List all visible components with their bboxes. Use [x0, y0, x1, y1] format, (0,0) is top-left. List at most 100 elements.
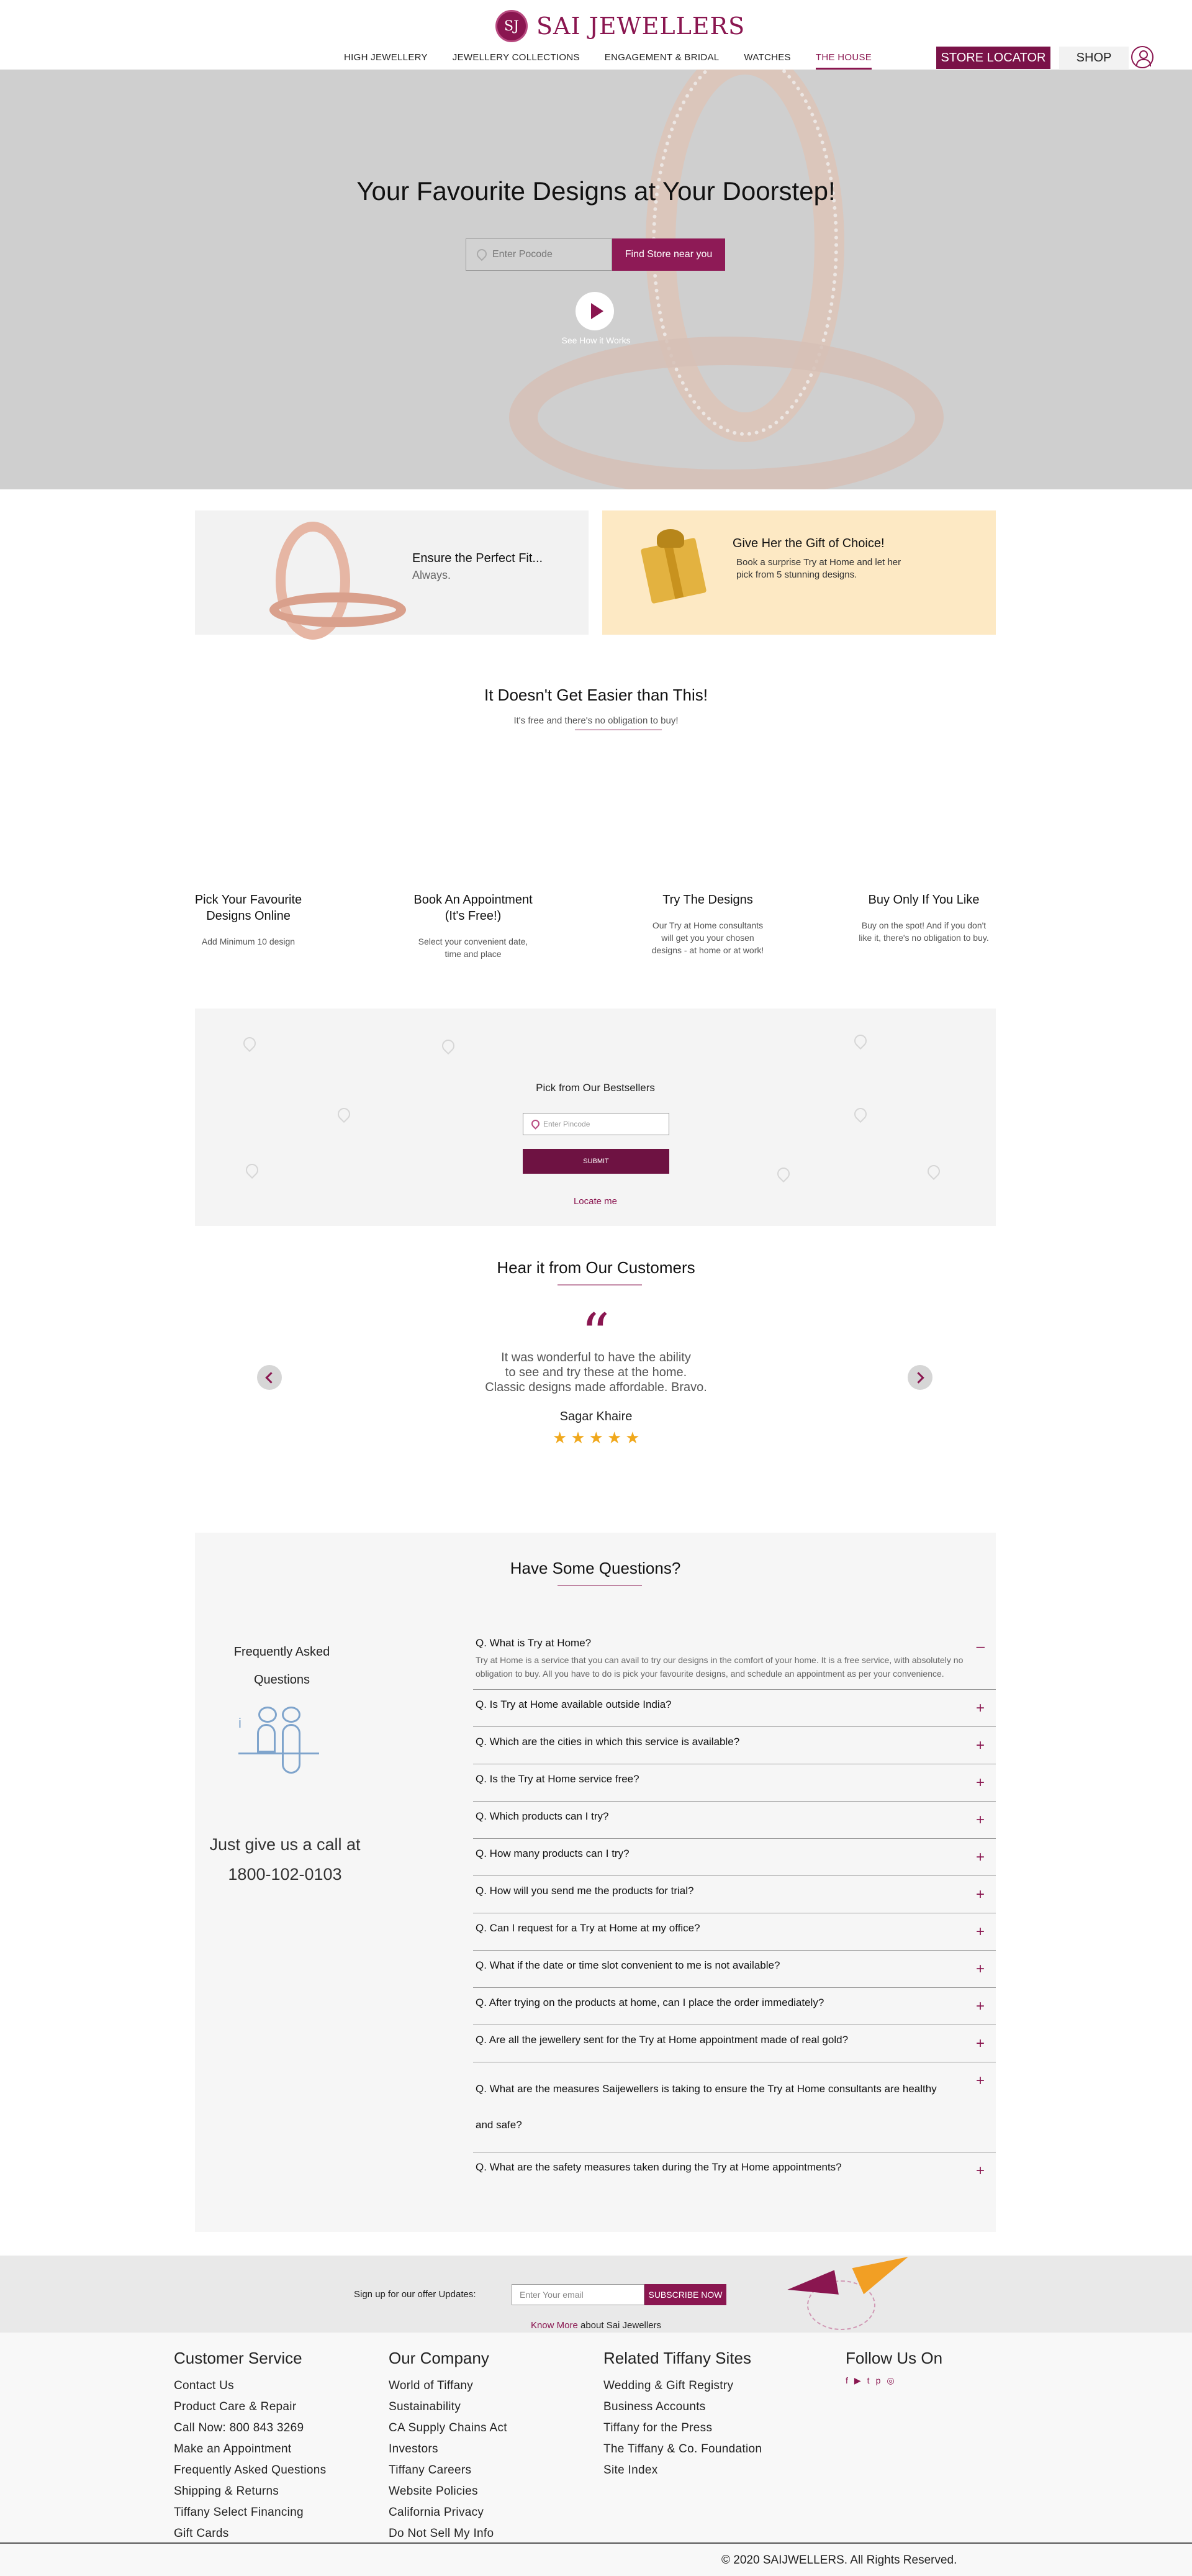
- footer-link[interactable]: Tiffany Select Financing: [174, 2502, 326, 2523]
- testimonials-title: Hear it from Our Customers: [497, 1258, 695, 1277]
- faq-question[interactable]: Q. What are the safety measures taken du…: [476, 2161, 977, 2174]
- submit-button[interactable]: SUBMIT: [523, 1149, 669, 1174]
- footer-col-follow-us: Follow Us On f ▶ t p ◎: [846, 2349, 942, 2386]
- facebook-icon[interactable]: f: [846, 2375, 848, 2386]
- step-title: Buy Only If You Like: [868, 893, 980, 907]
- footer-link[interactable]: Website Policies: [389, 2481, 507, 2502]
- footer-link[interactable]: Call Now: 800 843 3269: [174, 2418, 326, 2439]
- expand-icon[interactable]: +: [976, 1925, 985, 1939]
- footer-link[interactable]: Contact Us: [174, 2375, 326, 2397]
- user-icon[interactable]: [1131, 46, 1154, 68]
- email-input[interactable]: Enter Your email: [512, 2284, 644, 2305]
- store-locator-button[interactable]: STORE LOCATOR: [936, 47, 1050, 69]
- nav-item-watches[interactable]: WATCHES: [744, 52, 790, 70]
- footer-link[interactable]: Tiffany for the Press: [603, 2418, 762, 2439]
- faq-phone-number[interactable]: 1800-102-0103: [195, 1859, 375, 1889]
- footer-link[interactable]: Frequently Asked Questions: [174, 2460, 326, 2481]
- expand-icon[interactable]: +: [976, 1962, 985, 1977]
- faq-item[interactable]: Q. How will you send me the products for…: [473, 1876, 996, 1913]
- logo[interactable]: SJ SAI JEWELLERS: [495, 10, 745, 42]
- map-pin-icon: [926, 1164, 940, 1182]
- hero-band-image: [509, 337, 944, 489]
- expand-icon[interactable]: +: [976, 1738, 985, 1753]
- faq-item[interactable]: Q. What are the safety measures taken du…: [473, 2152, 996, 2190]
- faq-question[interactable]: Q. Which are the cities in which this se…: [476, 1736, 977, 1748]
- expand-icon[interactable]: +: [976, 2074, 985, 2088]
- faq-item[interactable]: Q. What are the measures Saijewellers is…: [473, 2062, 996, 2152]
- hero-pincode-input[interactable]: Enter Pocode: [466, 238, 612, 271]
- see-how-it-works-link[interactable]: See How it Works: [0, 335, 1192, 345]
- expand-icon[interactable]: +: [976, 2164, 985, 2179]
- brand-name: SAI JEWELLERS: [536, 12, 746, 40]
- promo-perfect-fit[interactable]: Ensure the Perfect Fit... Always.: [195, 510, 589, 640]
- footer-link[interactable]: Site Index: [603, 2460, 762, 2481]
- faq-item[interactable]: Q. Are all the jewellery sent for the Tr…: [473, 2025, 996, 2062]
- footer-link[interactable]: Wedding & Gift Registry: [603, 2375, 762, 2397]
- nav-item-high-jewellery[interactable]: HIGH JEWELLERY: [344, 52, 428, 70]
- know-more-link[interactable]: Know More: [531, 2320, 578, 2331]
- next-arrow-icon[interactable]: [908, 1365, 932, 1390]
- footer-link[interactable]: Gift Cards: [174, 2523, 326, 2544]
- expand-icon[interactable]: +: [976, 2036, 985, 2051]
- expand-icon[interactable]: +: [976, 1813, 985, 1828]
- footer-link[interactable]: Business Accounts: [603, 2397, 762, 2418]
- prev-arrow-icon[interactable]: [257, 1365, 282, 1390]
- faq-question[interactable]: Q. What if the date or time slot conveni…: [476, 1959, 977, 1972]
- shop-button[interactable]: SHOP: [1059, 47, 1129, 69]
- bestsellers-pincode-input[interactable]: Enter Pincode: [523, 1113, 669, 1135]
- faq-item[interactable]: Q. Is the Try at Home service free? +: [473, 1764, 996, 1802]
- faq-item[interactable]: Q. What if the date or time slot conveni…: [473, 1951, 996, 1988]
- collapse-icon[interactable]: –: [977, 1639, 985, 1654]
- expand-icon[interactable]: +: [976, 1850, 985, 1865]
- faq-question[interactable]: Q. Which products can I try?: [476, 1810, 977, 1823]
- footer-link[interactable]: CA Supply Chains Act: [389, 2418, 507, 2439]
- youtube-icon[interactable]: ▶: [854, 2375, 861, 2386]
- subscribe-button[interactable]: SUBSCRIBE NOW: [644, 2284, 726, 2305]
- locate-me-link[interactable]: Locate me: [195, 1196, 996, 1207]
- promo-gift-of-choice[interactable]: Give Her the Gift of Choice! Book a surp…: [602, 510, 996, 635]
- expand-icon[interactable]: +: [976, 1999, 985, 2014]
- faq-question[interactable]: Q. How many products can I try?: [476, 1848, 977, 1860]
- footer-link[interactable]: Product Care & Repair: [174, 2397, 326, 2418]
- expand-icon[interactable]: +: [976, 1887, 985, 1902]
- faq-question[interactable]: Q. How will you send me the products for…: [476, 1885, 977, 1897]
- footer-link[interactable]: Make an Appointment: [174, 2439, 326, 2460]
- faq-item[interactable]: Q. What is Try at Home? Try at Home is a…: [473, 1632, 996, 1690]
- footer-link[interactable]: World of Tiffany: [389, 2375, 507, 2397]
- twitter-icon[interactable]: t: [867, 2375, 870, 2386]
- nav-item-the-house[interactable]: THE HOUSE: [815, 52, 872, 70]
- nav-item-jewellery-collections[interactable]: JEWELLERY COLLECTIONS: [453, 52, 580, 70]
- faq-question[interactable]: Q. Is the Try at Home service free?: [476, 1773, 977, 1785]
- expand-icon[interactable]: +: [976, 1701, 985, 1716]
- step-book-appointment: Book An Appointment (It's Free!) Select …: [392, 892, 554, 960]
- faq-item[interactable]: Q. Which are the cities in which this se…: [473, 1727, 996, 1764]
- faq-question[interactable]: Q. Are all the jewellery sent for the Tr…: [476, 2034, 977, 2046]
- find-store-button[interactable]: Find Store near you: [612, 238, 725, 271]
- star-icon: ★: [625, 1428, 640, 1447]
- faq-question[interactable]: Q. Can I request for a Try at Home at my…: [476, 1922, 977, 1934]
- footer-link[interactable]: Investors: [389, 2439, 507, 2460]
- footer-link[interactable]: Tiffany Careers: [389, 2460, 507, 2481]
- nav-item-engagement-bridal[interactable]: ENGAGEMENT & BRIDAL: [605, 52, 720, 70]
- faq-question[interactable]: Q. What is Try at Home?: [476, 1637, 977, 1649]
- faq-question[interactable]: Q. What are the measures Saijewellers is…: [476, 2071, 947, 2143]
- faq-item[interactable]: Q. Can I request for a Try at Home at my…: [473, 1913, 996, 1951]
- footer-link[interactable]: Sustainability: [389, 2397, 507, 2418]
- footer-link[interactable]: Shipping & Returns: [174, 2481, 326, 2502]
- faq-section: Have Some Questions? Frequently Asked Qu…: [195, 1533, 996, 2232]
- footer-link[interactable]: California Privacy: [389, 2502, 507, 2523]
- instagram-icon[interactable]: ◎: [887, 2375, 894, 2386]
- faq-item[interactable]: Q. After trying on the products at home,…: [473, 1988, 996, 2025]
- faq-question[interactable]: Q. After trying on the products at home,…: [476, 1997, 977, 2009]
- footer-link[interactable]: Do Not Sell My Info: [389, 2523, 507, 2544]
- pinterest-icon[interactable]: p: [876, 2375, 881, 2386]
- faq-question[interactable]: Q. Is Try at Home available outside Indi…: [476, 1698, 977, 1711]
- step-try-designs: Try The Designs Our Try at Home consulta…: [627, 892, 788, 956]
- faq-people-icon: i: [238, 1707, 319, 1781]
- faq-item[interactable]: Q. How many products can I try? +: [473, 1839, 996, 1876]
- play-icon[interactable]: [576, 292, 614, 330]
- footer-link[interactable]: The Tiffany & Co. Foundation: [603, 2439, 762, 2460]
- faq-item[interactable]: Q. Is Try at Home available outside Indi…: [473, 1690, 996, 1727]
- faq-item[interactable]: Q. Which products can I try? +: [473, 1802, 996, 1839]
- expand-icon[interactable]: +: [976, 1776, 985, 1790]
